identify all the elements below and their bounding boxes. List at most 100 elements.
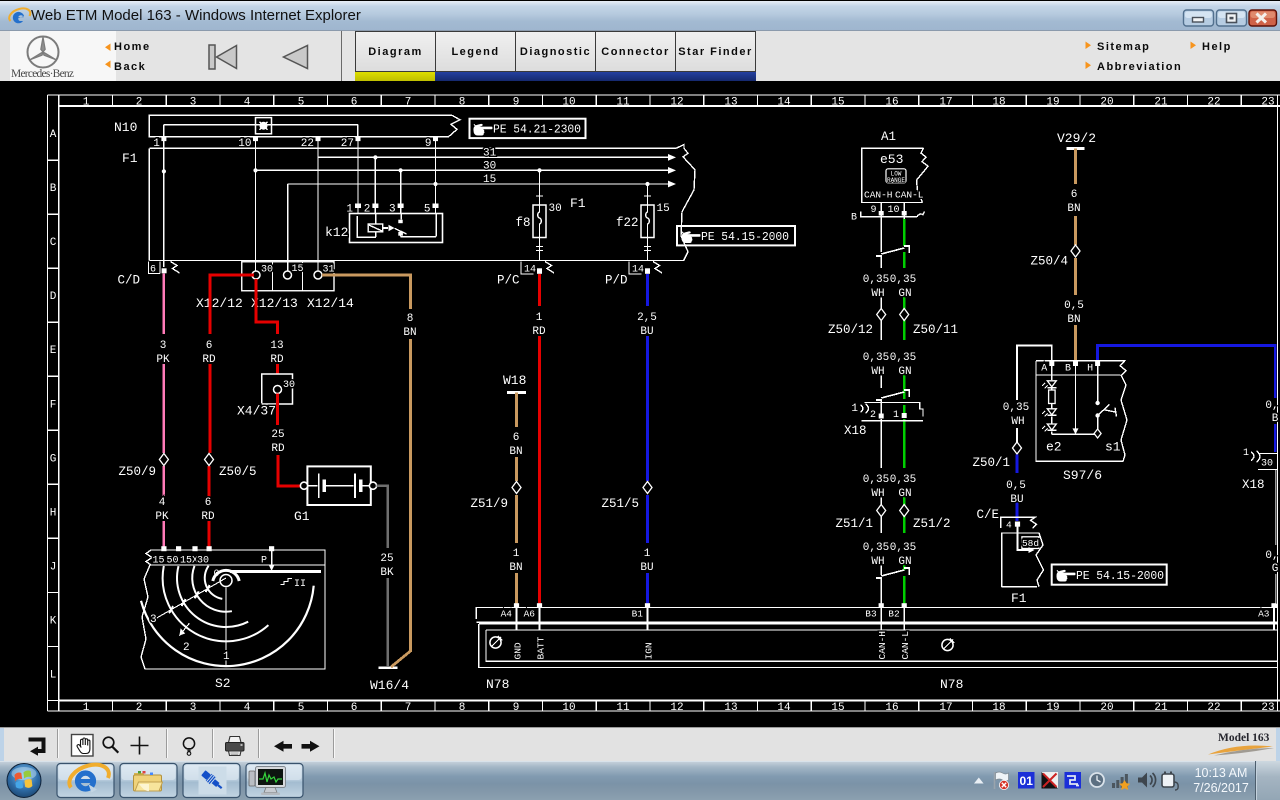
svg-text:6: 6	[205, 497, 212, 509]
svg-text:9: 9	[513, 702, 520, 714]
svg-text:1: 1	[644, 548, 651, 560]
svg-text:A: A	[1041, 364, 1047, 375]
svg-text:Z51/5: Z51/5	[601, 497, 639, 511]
svg-text:GN: GN	[898, 366, 911, 378]
svg-text:RD: RD	[271, 443, 285, 455]
svg-text:3: 3	[190, 702, 197, 714]
svg-text:f22: f22	[616, 216, 639, 230]
svg-text:17: 17	[939, 702, 952, 714]
svg-text:19: 19	[1046, 702, 1059, 714]
svg-text:01: 01	[1020, 774, 1034, 788]
svg-text:22: 22	[1207, 97, 1220, 109]
svg-text:15: 15	[292, 264, 304, 275]
svg-text:B: B	[50, 183, 57, 195]
svg-text:0,35: 0,35	[890, 542, 916, 554]
svg-text:PE 54.15-2000: PE 54.15-2000	[701, 231, 789, 244]
svg-text:4: 4	[1006, 520, 1012, 531]
svg-text:BN: BN	[509, 562, 522, 574]
svg-text:30: 30	[483, 160, 496, 172]
svg-text:2: 2	[136, 702, 143, 714]
svg-text:25: 25	[380, 553, 393, 565]
svg-text:15: 15	[657, 203, 670, 215]
svg-text:18: 18	[992, 97, 1005, 109]
svg-text:6: 6	[150, 265, 156, 276]
svg-text:WH: WH	[871, 556, 884, 568]
svg-text:K: K	[50, 616, 57, 628]
svg-text:X4/37: X4/37	[237, 404, 276, 419]
svg-text:0,: 0,	[1265, 400, 1278, 412]
svg-text:4: 4	[244, 97, 251, 109]
svg-text:15: 15	[831, 97, 844, 109]
svg-text:s1: s1	[1105, 440, 1121, 455]
svg-text:N78: N78	[486, 677, 509, 692]
svg-text:1: 1	[513, 548, 520, 560]
svg-text:6: 6	[1071, 189, 1078, 201]
svg-text:0,5: 0,5	[1064, 300, 1084, 312]
svg-text:9: 9	[513, 97, 520, 109]
svg-text:20: 20	[1100, 97, 1113, 109]
svg-text:0,35: 0,35	[890, 274, 916, 286]
svg-text:12: 12	[670, 702, 683, 714]
svg-text:10: 10	[562, 702, 575, 714]
svg-text:F1: F1	[122, 151, 138, 166]
svg-text:0,35: 0,35	[1003, 402, 1029, 414]
svg-text:H: H	[1087, 364, 1093, 375]
svg-text:e53: e53	[880, 152, 903, 167]
svg-text:D: D	[50, 291, 57, 303]
svg-text:20: 20	[1100, 702, 1113, 714]
svg-text:CAN-H: CAN-H	[864, 190, 893, 201]
svg-text:30: 30	[261, 265, 273, 276]
svg-text:f8: f8	[515, 216, 530, 230]
svg-text:CAN-H: CAN-H	[877, 631, 888, 660]
svg-text:A6: A6	[524, 609, 536, 620]
svg-text:10: 10	[887, 205, 899, 216]
svg-text:GN: GN	[898, 288, 911, 300]
svg-text:X12/14: X12/14	[307, 296, 354, 311]
svg-text:F: F	[50, 399, 57, 411]
svg-text:RD: RD	[202, 354, 216, 366]
svg-text:C/E: C/E	[976, 508, 999, 522]
svg-text:11: 11	[616, 97, 630, 109]
svg-text:A1: A1	[881, 130, 896, 144]
svg-text:V29/2: V29/2	[1057, 131, 1096, 146]
svg-text:WH: WH	[871, 366, 884, 378]
svg-text:0,35: 0,35	[863, 274, 889, 286]
svg-text:X12/13: X12/13	[251, 296, 298, 311]
svg-text:1: 1	[83, 97, 90, 109]
svg-text:14: 14	[632, 265, 644, 276]
svg-text:1: 1	[223, 651, 230, 663]
svg-text:B1: B1	[632, 609, 644, 620]
svg-text:B: B	[1272, 413, 1279, 425]
svg-text:1: 1	[536, 312, 543, 324]
svg-text:9: 9	[870, 205, 876, 216]
svg-text:23: 23	[1261, 97, 1274, 109]
svg-text:J: J	[50, 561, 57, 573]
svg-text:1: 1	[1243, 448, 1249, 459]
svg-text:BU: BU	[1010, 494, 1023, 506]
svg-text:X18: X18	[1242, 478, 1265, 492]
svg-text:Z51/2: Z51/2	[913, 517, 951, 531]
svg-text:8: 8	[407, 313, 414, 325]
svg-text:G: G	[50, 453, 57, 465]
svg-text:0,35: 0,35	[863, 474, 889, 486]
svg-text:A4: A4	[501, 609, 513, 620]
svg-text:CAN-L: CAN-L	[900, 631, 911, 660]
svg-text:GND: GND	[513, 642, 524, 659]
svg-text:30: 30	[1261, 459, 1273, 470]
svg-text:8: 8	[459, 97, 466, 109]
svg-text:A: A	[50, 129, 57, 141]
svg-text:Z51/1: Z51/1	[835, 517, 873, 531]
svg-text:31: 31	[483, 148, 497, 160]
svg-text:P/D: P/D	[605, 274, 628, 288]
svg-text:IGN: IGN	[644, 642, 655, 659]
svg-text:e2: e2	[1046, 440, 1062, 455]
svg-text:50: 50	[167, 556, 179, 567]
svg-text:13: 13	[270, 340, 283, 352]
svg-text:Z51/9: Z51/9	[470, 497, 508, 511]
svg-text:S2: S2	[215, 676, 231, 691]
svg-text:21: 21	[1154, 702, 1168, 714]
svg-text:G: G	[1272, 563, 1279, 575]
svg-text:0,35: 0,35	[890, 352, 916, 364]
svg-text:12: 12	[670, 97, 683, 109]
svg-text:11: 11	[616, 702, 630, 714]
